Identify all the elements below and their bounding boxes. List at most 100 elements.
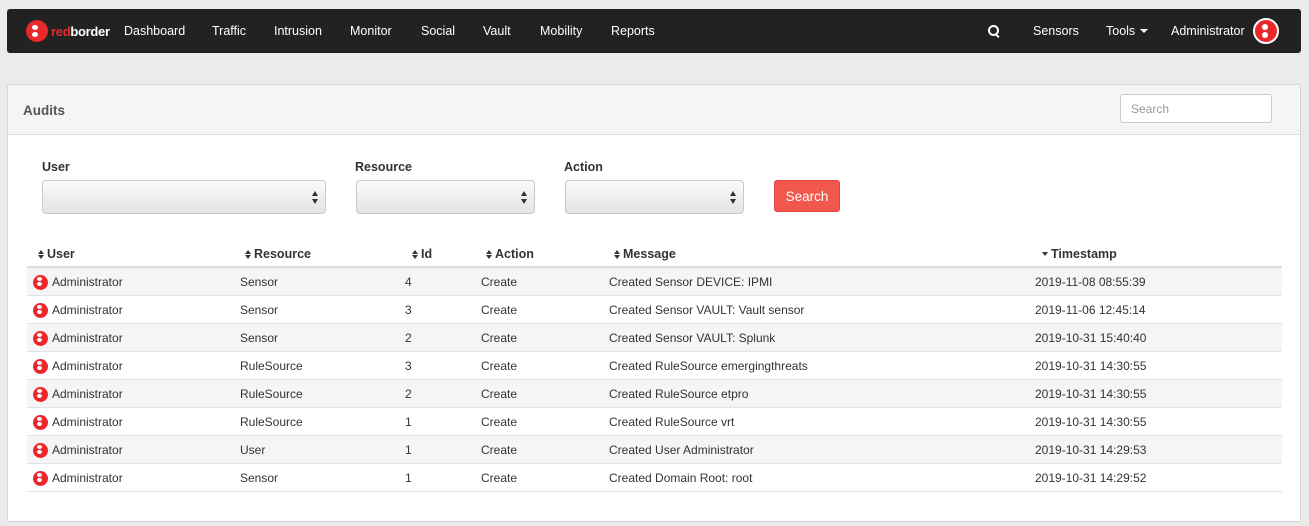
nav-item-vault[interactable]: Vault — [483, 9, 511, 53]
table-row[interactable]: Administrator User 1 Create Created User Adm… — [27, 436, 1282, 464]
cell-id: 4 — [405, 275, 412, 289]
cell-resource: User — [240, 443, 266, 457]
table-header: User Resource Id Action Message Timestam… — [27, 242, 1282, 268]
caret-down-icon — [1140, 29, 1149, 33]
cell-message: Created User Administrator — [609, 443, 754, 457]
cell-user: Administrator — [52, 275, 123, 289]
user-name: Administrator — [1171, 24, 1245, 38]
cell-id: 2 — [405, 331, 412, 345]
cell-user: Administrator — [52, 359, 123, 373]
redborder-logo-icon — [26, 20, 48, 42]
cell-id: 3 — [405, 359, 412, 373]
cell-action: Create — [481, 275, 518, 289]
cell-resource: Sensor — [240, 471, 279, 485]
panel-search-input[interactable] — [1120, 94, 1272, 123]
nav-item-dashboard[interactable]: Dashboard — [124, 9, 185, 53]
audits-panel: Audits User Resource Action Search User … — [7, 84, 1301, 522]
cell-message: Created Sensor VAULT: Vault sensor — [609, 303, 805, 317]
nav-item-mobility[interactable]: Mobility — [540, 9, 582, 53]
user-avatar-icon — [33, 415, 48, 430]
user-avatar-icon — [33, 387, 48, 402]
brand-logo-link[interactable]: redborder — [26, 9, 110, 53]
cell-resource: RuleSource — [240, 415, 303, 429]
cell-user: Administrator — [52, 303, 123, 317]
cell-timestamp: 2019-10-31 14:30:55 — [1035, 387, 1147, 401]
nav-tools-dropdown[interactable]: Tools — [1106, 9, 1149, 53]
nav-user-menu[interactable]: Administrator — [1171, 9, 1279, 53]
nav-item-traffic[interactable]: Traffic — [212, 9, 246, 53]
tools-label: Tools — [1106, 24, 1136, 38]
cell-action: Create — [481, 471, 518, 485]
table-row[interactable]: Administrator Sensor 3 Create Created Sensor… — [27, 296, 1282, 324]
table-row[interactable]: Administrator Sensor 1 Create Created Domain… — [27, 464, 1282, 492]
sort-icon — [38, 250, 45, 259]
cell-id: 1 — [405, 471, 412, 485]
sort-icon — [245, 250, 252, 259]
user-avatar-icon — [33, 331, 48, 346]
column-header-user[interactable]: User — [38, 247, 75, 261]
nav-item-monitor[interactable]: Monitor — [350, 9, 392, 53]
audits-table: User Resource Id Action Message Timestam… — [27, 242, 1282, 492]
cell-id: 1 — [405, 443, 412, 457]
cell-action: Create — [481, 387, 518, 401]
cell-timestamp: 2019-10-31 14:29:52 — [1035, 471, 1147, 485]
user-filter-select[interactable] — [42, 180, 326, 214]
cell-action: Create — [481, 443, 518, 457]
cell-timestamp: 2019-10-31 14:30:55 — [1035, 359, 1147, 373]
page-title: Audits — [23, 103, 65, 118]
user-filter-label: User — [42, 160, 70, 174]
column-header-id[interactable]: Id — [412, 247, 432, 261]
cell-message: Created Sensor VAULT: Splunk — [609, 331, 776, 345]
nav-item-social[interactable]: Social — [421, 9, 455, 53]
cell-resource: RuleSource — [240, 359, 303, 373]
cell-resource: Sensor — [240, 275, 279, 289]
column-header-resource[interactable]: Resource — [245, 247, 311, 261]
cell-timestamp: 2019-10-31 14:30:55 — [1035, 415, 1147, 429]
brand-name: redborder — [51, 23, 110, 39]
cell-resource: Sensor — [240, 331, 279, 345]
cell-user: Administrator — [52, 387, 123, 401]
user-avatar-icon — [33, 443, 48, 458]
cell-timestamp: 2019-11-08 08:55:39 — [1035, 275, 1146, 289]
cell-timestamp: 2019-11-06 12:45:14 — [1035, 303, 1146, 317]
cell-user: Administrator — [52, 471, 123, 485]
cell-timestamp: 2019-10-31 15:40:40 — [1035, 331, 1147, 345]
user-avatar-icon — [33, 359, 48, 374]
cell-action: Create — [481, 359, 518, 373]
nav-item-sensors[interactable]: Sensors — [1033, 9, 1079, 53]
cell-user: Administrator — [52, 331, 123, 345]
cell-id: 3 — [405, 303, 412, 317]
column-header-timestamp[interactable]: Timestamp — [1042, 247, 1117, 261]
cell-id: 1 — [405, 415, 412, 429]
nav-item-reports[interactable]: Reports — [611, 9, 655, 53]
table-row[interactable]: Administrator RuleSource 3 Create Created Ru… — [27, 352, 1282, 380]
resource-filter-label: Resource — [355, 160, 412, 174]
filter-search-button[interactable]: Search — [774, 180, 840, 212]
select-arrows-icon — [521, 191, 528, 204]
nav-item-intrusion[interactable]: Intrusion — [274, 9, 322, 53]
table-body: Administrator Sensor 4 Create Created Sensor… — [27, 268, 1282, 492]
sort-icon — [412, 250, 419, 259]
cell-user: Administrator — [52, 443, 123, 457]
column-header-message[interactable]: Message — [614, 247, 676, 261]
user-avatar-icon — [33, 471, 48, 486]
cell-timestamp: 2019-10-31 14:29:53 — [1035, 443, 1147, 457]
cell-id: 2 — [405, 387, 412, 401]
action-filter-label: Action — [564, 160, 603, 174]
top-navbar: redborder Dashboard Traffic Intrusion Mo… — [7, 9, 1301, 53]
table-row[interactable]: Administrator Sensor 2 Create Created Sensor… — [27, 324, 1282, 352]
sort-desc-icon — [1042, 252, 1049, 256]
cell-user: Administrator — [52, 415, 123, 429]
table-row[interactable]: Administrator Sensor 4 Create Created Sensor… — [27, 268, 1282, 296]
table-row[interactable]: Administrator RuleSource 2 Create Created Ru… — [27, 380, 1282, 408]
table-row[interactable]: Administrator RuleSource 1 Create Created Ru… — [27, 408, 1282, 436]
select-arrows-icon — [312, 191, 319, 204]
sort-icon — [614, 250, 621, 259]
resource-filter-select[interactable] — [356, 180, 535, 214]
cell-action: Create — [481, 331, 518, 345]
column-header-action[interactable]: Action — [486, 247, 534, 261]
cell-message: Created Domain Root: root — [609, 471, 753, 485]
cell-resource: Sensor — [240, 303, 279, 317]
nav-search-button[interactable] — [987, 9, 1001, 53]
action-filter-select[interactable] — [565, 180, 744, 214]
